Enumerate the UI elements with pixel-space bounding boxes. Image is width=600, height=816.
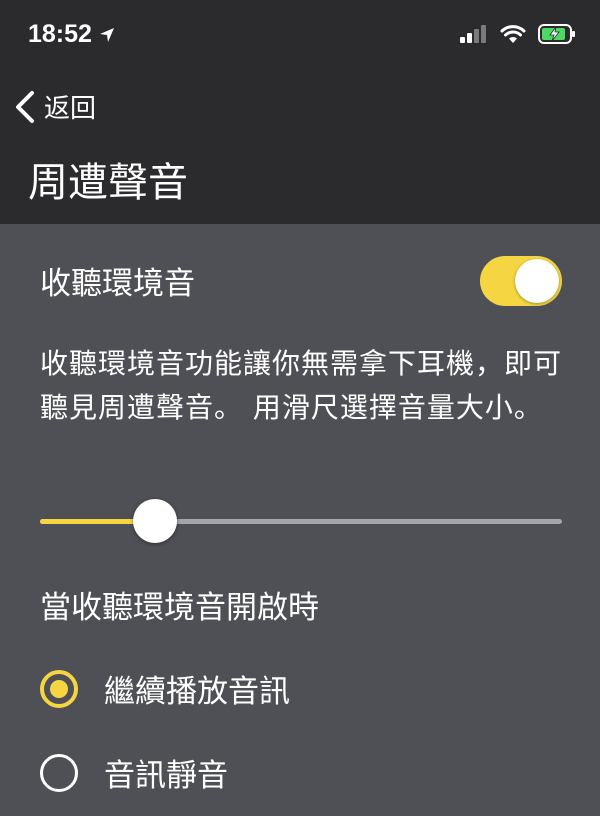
- status-time: 18:52: [28, 20, 116, 49]
- option-label: 繼續播放音訊: [104, 674, 290, 710]
- option-label: 音訊靜音: [104, 758, 228, 794]
- volume-slider[interactable]: [40, 492, 562, 552]
- back-button[interactable]: 返回: [14, 88, 96, 125]
- settings-content: 收聽環境音 收聽環境音功能讓你無需拿下耳機，即可聽見周遭聲音。 用滑尺選擇音量大…: [0, 224, 600, 816]
- cellular-signal-icon: [460, 25, 486, 43]
- ambient-toggle[interactable]: [480, 256, 562, 306]
- chevron-left-icon: [16, 90, 34, 123]
- ambient-toggle-label: 收聽環境音: [40, 266, 195, 302]
- slider-thumb[interactable]: [132, 499, 177, 543]
- location-arrow-icon: [99, 27, 114, 42]
- status-icons: [460, 24, 576, 44]
- header: 18:52 返回 周遭聲音: [0, 0, 600, 224]
- toggle-knob: [515, 259, 559, 303]
- option-mute-audio[interactable]: 音訊靜音: [40, 750, 228, 795]
- option-continue-audio[interactable]: 繼續播放音訊: [40, 666, 290, 711]
- status-time-text: 18:52: [28, 20, 92, 48]
- battery-charging-icon: [538, 24, 575, 44]
- radio-unselected-icon[interactable]: [40, 753, 78, 792]
- ambient-description: 收聽環境音功能讓你無需拿下耳機，即可聽見周遭聲音。 用滑尺選擇音量大小。: [40, 347, 563, 424]
- radio-selected-icon[interactable]: [40, 669, 78, 708]
- when-on-heading: 當收聽環境音開啟時: [40, 590, 319, 626]
- back-label: 返回: [44, 94, 97, 124]
- page-title: 周遭聲音: [28, 160, 188, 206]
- wifi-icon: [500, 25, 526, 43]
